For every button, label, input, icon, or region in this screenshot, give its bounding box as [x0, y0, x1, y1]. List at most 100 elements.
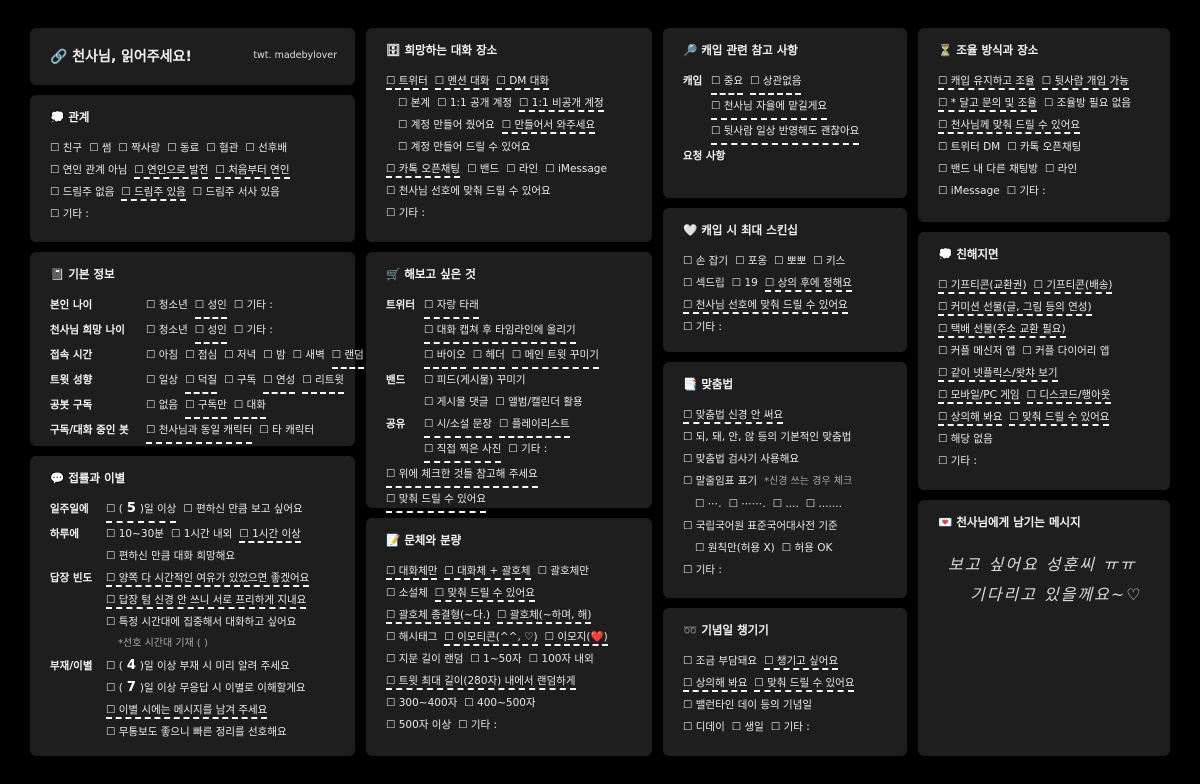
checkbox-option[interactable]: ☐ 기타 : — [1007, 185, 1046, 197]
selected-option[interactable]: ☐ 뒷사람 개입 가능 — [1041, 75, 1129, 90]
absence-breakup-option[interactable]: ☐ (7)일 이상 무응답 시 이별로 이해할게요 — [106, 680, 306, 695]
checkbox-option[interactable]: ☐ 국립국어원 표준국어대사전 기준 — [683, 520, 838, 532]
checkbox-option[interactable]: ☐ 기타 : — [771, 721, 810, 733]
selected-option[interactable]: ☐ 멘션 대화 — [434, 75, 490, 90]
checkbox-option[interactable]: ☐ 허용 OK — [782, 542, 833, 554]
checkbox-option[interactable]: ☐ 괄호체만 — [538, 565, 589, 577]
selected-option[interactable]: ☐ 상관없음 — [750, 70, 802, 95]
checkbox-option[interactable]: ☐ 커플 다이어리 앱 — [1022, 345, 1109, 357]
checkbox-option[interactable]: ☐ 드림주 서사 있음 — [193, 186, 280, 198]
checkbox-option[interactable]: ☐ 포옹 — [735, 255, 767, 267]
checkbox-option[interactable]: ☐ 점심 — [185, 344, 217, 369]
selected-option[interactable]: ☐ 중요 — [711, 70, 744, 95]
selected-option[interactable]: ☐ 연성 — [263, 369, 296, 394]
checkbox-option[interactable]: ☐ 없음 — [146, 394, 178, 419]
selected-option[interactable]: ☐ 1시간 이상 — [239, 528, 301, 543]
checkbox-option[interactable]: ☐ 혐관 — [206, 142, 238, 154]
selected-option[interactable]: ☐ 만들어서 와주세요 — [501, 119, 596, 134]
checkbox-option[interactable]: ☐ 기타 : — [234, 319, 273, 344]
selected-option[interactable]: ☐ 대화 — [233, 394, 266, 419]
checkbox-option[interactable]: ☐ 기타 : — [683, 321, 722, 333]
checkbox-option[interactable]: ☐ 아침 — [146, 344, 178, 369]
selected-option[interactable]: ☐ 드림주 있음 — [121, 186, 186, 201]
checkbox-option[interactable]: ☐ 연인 관계 아님 — [50, 164, 127, 176]
checkbox-option[interactable]: ☐ 카톡 오픈채팅 — [1007, 141, 1081, 153]
checkbox-option[interactable]: ☐ ⋯⋯. — [729, 498, 766, 510]
selected-option[interactable]: ☐ 트위터 — [386, 75, 428, 90]
selected-option[interactable]: ☐ 괄호체(~하며, 해) — [497, 609, 592, 624]
checkbox-option[interactable]: ☐ 짝사랑 — [119, 142, 161, 154]
checkbox-option[interactable]: ☐ 밴드 — [467, 163, 499, 175]
checkbox-option[interactable]: ☐ 지문 길이 랜덤 — [386, 653, 463, 665]
selected-option[interactable]: ☐ 뒷사람 일상 반영해도 괜찮아요 — [711, 120, 860, 145]
checkbox-option[interactable]: ☐ 계정 만들어 드릴 수 있어요 — [398, 141, 530, 153]
selected-option[interactable]: ☐ 기프티콘(배송) — [1033, 279, 1113, 294]
selected-option[interactable]: ☐ 1:1 비공개 계정 — [519, 97, 604, 112]
checkbox-option[interactable]: ☐ 해시태그 — [386, 631, 437, 643]
checkbox-option[interactable]: ☐ 10~30분 — [106, 528, 164, 540]
selected-option[interactable]: ☐ 맞춰 드릴 수 있어요 — [754, 677, 855, 692]
checkbox-option[interactable]: ☐ 기타 : — [508, 438, 547, 463]
selected-option[interactable]: ☐ 천사님과 동일 캐릭터 — [146, 419, 253, 444]
selected-option[interactable]: ☐ 맞춤법 신경 안 써요 — [683, 409, 784, 424]
week-freq-option[interactable]: ☐ (5)일 이상 — [106, 498, 177, 523]
checkbox-option[interactable]: ☐ 구독 — [224, 369, 256, 394]
checkbox-option[interactable]: ☐ 저녁 — [224, 344, 256, 369]
selected-option[interactable]: ☐ 이모지(❤️) — [544, 631, 608, 646]
checkbox-option[interactable]: ☐ 키스 — [813, 255, 845, 267]
checkbox-option[interactable]: ☐ 해당 없음 — [938, 433, 993, 445]
checkbox-option[interactable]: ☐ 청소년 — [146, 319, 188, 344]
selected-option[interactable]: ☐ 이모티콘(^^, ♡) — [444, 631, 538, 646]
checkbox-option[interactable]: ☐ 조금 부담돼요 — [683, 655, 757, 667]
checkbox-option[interactable]: ☐ 새벽 — [293, 344, 325, 369]
checkbox-option[interactable]: ☐ 뽀뽀 — [774, 255, 806, 267]
selected-option[interactable]: ☐ 시/소설 문장 — [424, 413, 492, 438]
checkbox-option[interactable]: ☐ ....... — [806, 498, 842, 510]
checkbox-option[interactable]: ☐ .... — [773, 498, 799, 510]
checkbox-option[interactable]: ☐ 생일 — [732, 721, 764, 733]
checkbox-option[interactable]: ☐ 밤 — [263, 344, 285, 369]
selected-option[interactable]: ☐ 맞춰 드릴 수 있어요 — [386, 488, 487, 513]
week-free-option[interactable]: ☐ 편하신 만큼 보고 싶어요 — [183, 498, 302, 523]
selected-option[interactable]: ☐ 택배 선물(주소 교환 필요) — [938, 323, 1066, 338]
checkbox-option[interactable]: ☐ 100자 내외 — [529, 653, 594, 665]
selected-option[interactable]: ☐ 맞춰 드릴 수 있어요 — [434, 587, 535, 602]
checkbox-option[interactable]: ☐ 기타 : — [938, 455, 977, 467]
selected-option[interactable]: ☐ 기프티콘(교환권) — [938, 279, 1027, 294]
selected-option[interactable]: ☐ 성인 — [194, 319, 227, 344]
checkbox-option[interactable]: ☐ ⋯. — [695, 498, 722, 510]
selected-option[interactable]: ☐ 플레이리스트 — [498, 413, 570, 438]
checkbox-option[interactable]: ☐ 1시간 내외 — [171, 528, 232, 540]
selected-option[interactable]: ☐ 디스코드/행아웃 — [1026, 389, 1111, 404]
selected-option[interactable]: ☐ 메인 트윗 꾸미기 — [511, 344, 599, 369]
checkbox-option[interactable]: ☐ 말줄임표 표기 — [683, 475, 757, 487]
checkbox-option[interactable]: ☐ 드림주 없음 — [50, 186, 114, 198]
checkbox-option[interactable]: ☐ 라인 — [506, 163, 538, 175]
selected-option[interactable]: ☐ 성인 — [194, 294, 227, 319]
selected-option[interactable]: ☐ 대화체 + 괄호체 — [444, 565, 531, 580]
checkbox-option[interactable]: ☐ 친구 — [50, 142, 82, 154]
selected-option[interactable]: ☐ 맞춰 드릴 수 있어요 — [1009, 411, 1110, 426]
selected-option[interactable]: ☐ 연인으로 발전 — [134, 164, 209, 179]
selected-option[interactable]: ☐ 카톡 오픈채팅 — [386, 163, 461, 178]
selected-option[interactable]: ☐ 구독만 — [185, 394, 227, 419]
checkbox-option[interactable]: ☐ 피드(게시물) 꾸미기 — [424, 369, 526, 391]
selected-option[interactable]: ☐ 상의해 봐요 — [683, 677, 748, 692]
checkbox-option[interactable]: ☐ 기타 : — [458, 719, 497, 731]
checkbox-option[interactable]: ☐ 기타 : — [50, 208, 89, 220]
checkbox-option[interactable]: ☐ 밸런타인 데이 등의 기념일 — [683, 699, 812, 711]
absence-notice-option[interactable]: ☐ (4)일 이상 부재 시 미리 알려 주세요 — [106, 655, 290, 677]
selected-option[interactable]: ☐ 양쪽 다 시간적인 여유가 있었으면 좋겠어요 — [106, 572, 310, 587]
checkbox-option[interactable]: ☐ 1:1 공개 계정 — [437, 97, 512, 109]
checkbox-option[interactable]: ☐ 게시물 댓글 — [424, 391, 488, 413]
selected-option[interactable]: ☐ 대화체만 — [386, 565, 438, 580]
checkbox-option[interactable]: ☐ 400~500자 — [464, 697, 535, 709]
checkbox-option[interactable]: ☐ 타 캐릭터 — [259, 419, 314, 444]
selected-option[interactable]: ☐ 위에 체크한 것들 참고해 주세요 — [386, 463, 538, 488]
checkbox-option[interactable]: ☐ 맞춤법 검사기 사용해요 — [683, 453, 799, 465]
selected-option[interactable]: ☐ 리트윗 — [302, 369, 345, 394]
selected-option[interactable]: ☐ 직접 찍은 사진 — [424, 438, 502, 463]
checkbox-option[interactable]: ☐ 기타 : — [386, 207, 425, 219]
selected-option[interactable]: ☐ 같이 넷플릭스/왓챠 보기 — [938, 367, 1058, 382]
checkbox-option[interactable]: ☐ 기타 : — [234, 294, 273, 319]
